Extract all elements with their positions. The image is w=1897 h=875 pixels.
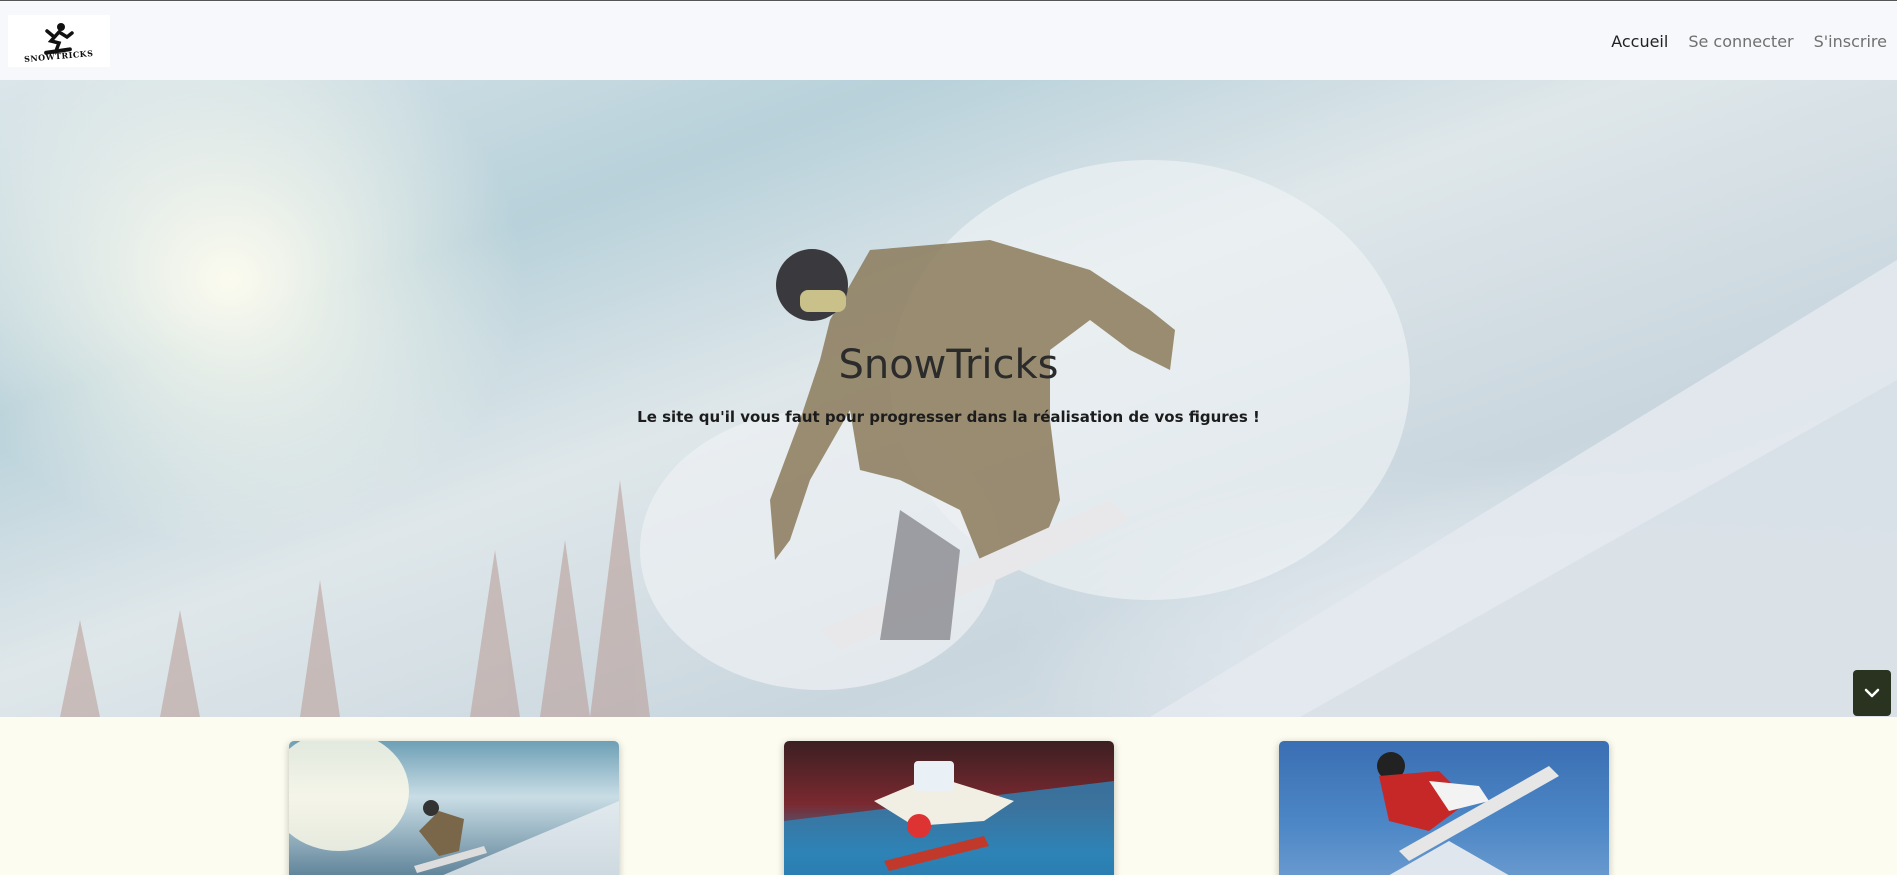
nav-link-se-connecter[interactable]: Se connecter xyxy=(1688,32,1793,51)
snowboarder-red-jacket-image xyxy=(1377,752,1559,875)
nav-links: Accueil Se connecter S'inscrire xyxy=(1611,32,1887,51)
scroll-down-button[interactable] xyxy=(1853,670,1891,716)
nav-link-accueil[interactable]: Accueil xyxy=(1611,32,1668,51)
hero-banner: SnowTricks Le site qu'il vous faut pour … xyxy=(0,80,1897,717)
nav-link-s-inscrire[interactable]: S'inscrire xyxy=(1814,32,1887,51)
trick-card[interactable] xyxy=(289,741,619,875)
chevron-down-icon xyxy=(1864,688,1880,698)
logo-text: SNOWTRICKS xyxy=(23,47,95,65)
navbar: SNOWTRICKS Accueil Se connecter S'inscri… xyxy=(0,2,1897,80)
tricks-card-list xyxy=(0,741,1897,875)
olympic-snowboarder-image xyxy=(784,761,1114,875)
hero-background-image xyxy=(60,160,1897,717)
hero-title: SnowTricks xyxy=(838,342,1059,388)
site-logo[interactable]: SNOWTRICKS xyxy=(8,15,110,67)
snowboarder-jumping-image xyxy=(289,741,619,875)
trick-card[interactable] xyxy=(1279,741,1609,875)
hero-subtitle: Le site qu'il vous faut pour progresser … xyxy=(637,408,1260,426)
trick-card[interactable] xyxy=(784,741,1114,875)
